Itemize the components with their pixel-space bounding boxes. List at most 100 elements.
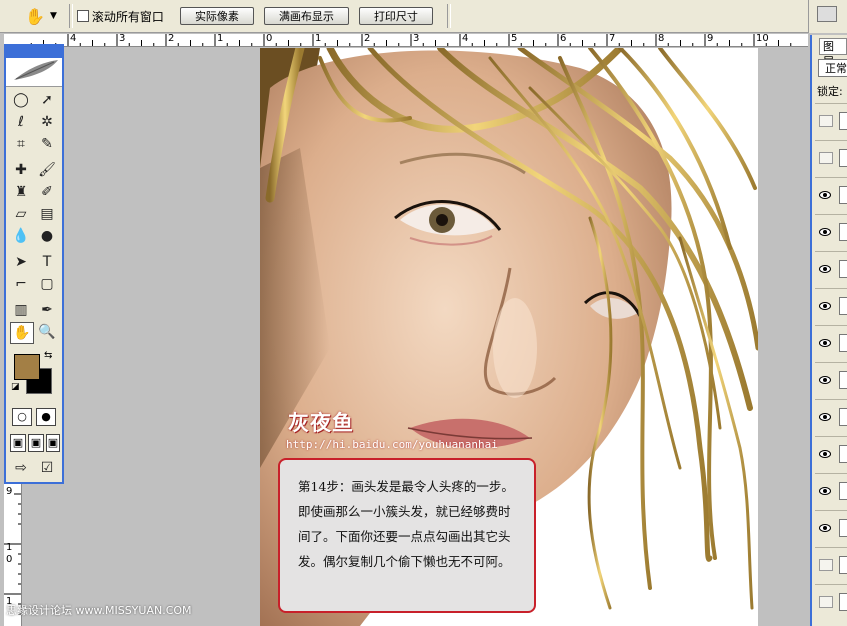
slice-tool-icon[interactable]: ✎: [36, 134, 58, 154]
layer-row[interactable]: [815, 214, 847, 249]
layer-row[interactable]: [815, 103, 847, 138]
eye-icon[interactable]: [819, 411, 831, 421]
fit-screen-button[interactable]: 满画布显示: [263, 7, 349, 25]
tool-preset-dropdown-icon[interactable]: ▼: [50, 11, 57, 21]
brand-title: 灰夜鱼: [288, 411, 354, 435]
tools-palette[interactable]: ◯ ➚ ℓ ✲ ⌗ ✎ ✚ 🖌 ♜ ✐ ▱ ▤ 💧 ● ➤ T ⌐ ▢ ▥ ✒ …: [4, 44, 64, 484]
layer-row[interactable]: [815, 510, 847, 545]
ruler-label: 0: [6, 554, 13, 565]
screen-mode-standard-icon[interactable]: ▣: [10, 434, 26, 452]
brand-url: http://hi.baidu.com/youhuananhai: [286, 438, 498, 451]
layer-row[interactable]: [815, 325, 847, 360]
eyedropper-icon[interactable]: ✒: [36, 300, 58, 320]
notes-tool-icon[interactable]: ▥: [10, 300, 32, 320]
swap-colors-icon[interactable]: ⇆: [44, 350, 52, 361]
default-colors-icon[interactable]: ◪: [11, 382, 20, 392]
layer-thumbnail: [839, 408, 847, 426]
hand-tool-icon[interactable]: ✋: [10, 322, 34, 344]
magic-wand-icon[interactable]: ✲: [36, 112, 58, 132]
hidden-eye-slot[interactable]: [819, 559, 833, 571]
eye-icon[interactable]: [819, 448, 831, 458]
hand-icon[interactable]: ✋: [22, 5, 48, 27]
blend-mode-select[interactable]: 正常: [818, 59, 847, 77]
scroll-all-windows-label: 滚动所有窗口: [91, 9, 164, 24]
scroll-all-windows-option[interactable]: 滚动所有窗口: [76, 8, 164, 25]
ruler-label: 3: [413, 34, 420, 44]
layer-row[interactable]: [815, 177, 847, 212]
layer-thumbnail: [839, 297, 847, 315]
layer-thumbnail: [839, 593, 847, 611]
print-size-button[interactable]: 打印尺寸: [358, 7, 433, 25]
gradient-tool-icon[interactable]: ▤: [36, 204, 58, 224]
eraser-tool-icon[interactable]: ▱: [10, 204, 32, 224]
eye-icon[interactable]: [819, 226, 831, 236]
layer-thumbnail: [839, 482, 847, 500]
crop-tool-icon[interactable]: ⌗: [10, 134, 32, 154]
ruler-label: 8: [658, 34, 665, 44]
ruler-label: 9: [6, 486, 13, 497]
layer-thumbnail: [839, 112, 847, 130]
layer-thumbnail: [839, 519, 847, 537]
layer-thumbnail: [839, 334, 847, 352]
zoom-tool-icon[interactable]: 🔍: [36, 322, 58, 342]
jump-to-imageready-icon[interactable]: ⇨: [10, 458, 32, 478]
screen-mode-full-menu-icon[interactable]: ▣: [28, 434, 44, 452]
layer-row[interactable]: [815, 436, 847, 471]
ruler-label: 1: [6, 542, 13, 553]
brush-tool-icon[interactable]: 🖌: [36, 160, 58, 180]
lasso-tool-icon[interactable]: ℓ: [10, 112, 32, 132]
separator: [446, 4, 451, 28]
hidden-eye-slot[interactable]: [819, 596, 833, 608]
ruler-label: 3: [119, 34, 126, 44]
marquee-tool-icon[interactable]: ◯: [10, 90, 32, 110]
file-browser-icon[interactable]: [817, 6, 837, 22]
layer-row[interactable]: [815, 140, 847, 175]
layer-row[interactable]: [815, 288, 847, 323]
horizontal-ruler[interactable]: 4 3 2 1 0 1 2 3 4 5 6 7 8 9 10: [4, 34, 808, 47]
standard-mode-icon[interactable]: ○: [12, 408, 32, 426]
quick-mask-icon[interactable]: ●: [36, 408, 56, 426]
eye-icon[interactable]: [819, 374, 831, 384]
hidden-eye-slot[interactable]: [819, 115, 833, 127]
layer-thumbnail: [839, 371, 847, 389]
layer-row[interactable]: [815, 362, 847, 397]
layer-row[interactable]: [815, 547, 847, 582]
move-tool-icon[interactable]: ➚: [36, 90, 58, 110]
foreground-color-swatch[interactable]: [14, 354, 40, 380]
actual-pixels-button[interactable]: 实际像素: [179, 7, 254, 25]
adobe-online-button[interactable]: [6, 46, 62, 87]
clone-stamp-icon[interactable]: ♜: [10, 182, 32, 202]
ruler-label: 2: [364, 34, 371, 44]
ruler-label: 1: [315, 34, 322, 44]
type-tool-icon[interactable]: T: [36, 252, 58, 272]
hidden-eye-slot[interactable]: [819, 152, 833, 164]
layer-row[interactable]: [815, 251, 847, 286]
ruler-label: 0: [266, 34, 273, 44]
layers-tab[interactable]: 图层: [819, 38, 847, 68]
shape-tool-icon[interactable]: ▢: [36, 274, 58, 294]
dodge-tool-icon[interactable]: ●: [36, 226, 58, 246]
eye-icon[interactable]: [819, 263, 831, 273]
layer-row[interactable]: [815, 399, 847, 434]
eye-icon[interactable]: [819, 485, 831, 495]
scroll-all-windows-checkbox[interactable]: [76, 10, 89, 22]
tutorial-caption: 第14步：画头发是最令人头疼的一步。即使画那么一小簇头发，就已经够费时间了。下面…: [278, 458, 536, 613]
screen-mode-full-icon[interactable]: ▣: [46, 434, 60, 452]
blur-tool-icon[interactable]: 💧: [10, 226, 32, 246]
pen-tool-icon[interactable]: ⌐: [10, 274, 32, 294]
edit-in-imageready-icon[interactable]: ☑: [36, 458, 58, 478]
ruler-label: 7: [609, 34, 616, 44]
eye-icon[interactable]: [819, 189, 831, 199]
watermark: 思缘设计论坛 www.MISSYUAN.COM: [6, 604, 192, 617]
eye-icon[interactable]: [819, 522, 831, 532]
history-brush-icon[interactable]: ✐: [36, 182, 58, 202]
eye-icon[interactable]: [819, 337, 831, 347]
eye-icon[interactable]: [819, 300, 831, 310]
layer-thumbnail: [839, 445, 847, 463]
layer-row[interactable]: [815, 473, 847, 508]
path-selection-icon[interactable]: ➤: [10, 252, 32, 272]
layer-row[interactable]: [815, 584, 847, 619]
separator: [68, 4, 73, 28]
layer-thumbnail: [839, 260, 847, 278]
healing-brush-icon[interactable]: ✚: [10, 160, 32, 180]
